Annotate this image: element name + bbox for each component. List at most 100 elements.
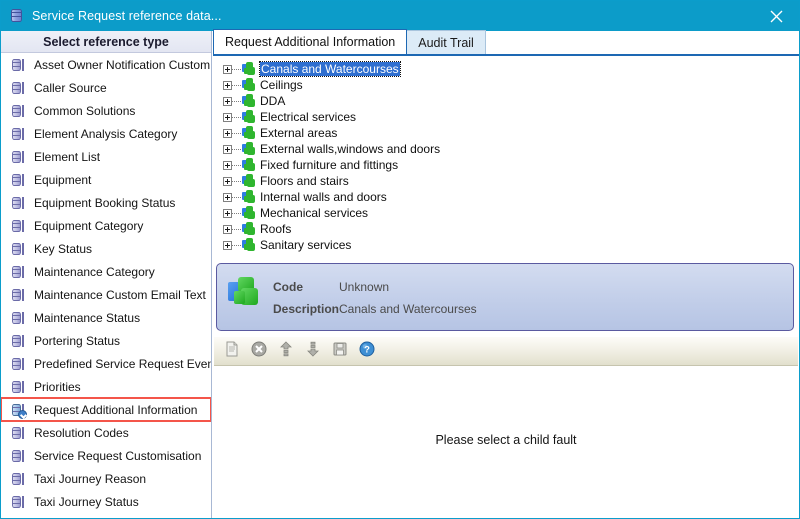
sidebar-item-equipment[interactable]: Equipment	[1, 168, 211, 191]
delete-record-button	[247, 339, 271, 363]
tree-node[interactable]: Floors and stairs	[214, 173, 798, 189]
description-label: Description	[273, 302, 340, 316]
code-label: Code	[273, 280, 303, 294]
expand-plus-icon[interactable]	[223, 112, 232, 122]
sidebar-header: Select reference type	[1, 31, 211, 53]
tree-node[interactable]: Canals and Watercourses	[214, 61, 798, 77]
sidebar-item-key-status[interactable]: Key Status	[1, 237, 211, 260]
reference-type-sidebar: Select reference type Asset Owner Notifi…	[1, 31, 212, 518]
empty-state-message: Please select a child fault	[435, 433, 577, 447]
tab-audit-trail[interactable]: Audit Trail	[406, 30, 486, 54]
sidebar-item-label: Equipment Booking Status	[34, 195, 176, 210]
sidebar-item-common-solutions[interactable]: Common Solutions	[1, 99, 211, 122]
sidebar-item-portering-status[interactable]: Portering Status	[1, 329, 211, 352]
sidebar-item-label: Predefined Service Request Events	[34, 356, 212, 371]
reference-type-list[interactable]: Asset Owner Notification Custom... Caller…	[1, 53, 211, 513]
description-value: Canals and Watercourses	[339, 302, 477, 316]
expand-plus-icon[interactable]	[223, 144, 232, 154]
sidebar-item-label: Request Additional Information	[34, 402, 198, 417]
sidebar-item-resolution-codes[interactable]: Resolution Codes	[1, 421, 211, 444]
expand-plus-icon[interactable]	[223, 96, 232, 106]
tree-connector	[232, 228, 241, 230]
tree-node-label: Internal walls and doors	[260, 190, 387, 204]
move-down-button	[301, 339, 325, 363]
sidebar-item-element-list[interactable]: Element List	[1, 145, 211, 168]
sidebar-item-maintenance-status[interactable]: Maintenance Status	[1, 306, 211, 329]
expand-plus-icon[interactable]	[223, 192, 232, 202]
sidebar-item-service-request-customisation[interactable]: Service Request Customisation	[1, 444, 211, 467]
sidebar-item-taxi-journey-reason[interactable]: Taxi Journey Reason	[1, 467, 211, 490]
expand-plus-icon[interactable]	[223, 208, 232, 218]
sidebar-item-label: Caller Source	[34, 80, 107, 95]
tree-connector	[232, 244, 241, 246]
tab-label: Request Additional Information	[225, 35, 396, 49]
expand-plus-icon[interactable]	[223, 176, 232, 186]
tree-node[interactable]: Internal walls and doors	[214, 189, 798, 205]
tree-node-label: Electrical services	[260, 110, 357, 124]
delete-circle-icon	[251, 341, 267, 362]
sidebar-item-element-analysis-category[interactable]: Element Analysis Category	[1, 122, 211, 145]
sidebar-item-label: Maintenance Custom Email Text	[34, 287, 206, 302]
tree-node[interactable]: Roofs	[214, 221, 798, 237]
sidebar-item-priorities[interactable]: Priorities	[1, 375, 211, 398]
sidebar-item-label: Equipment	[34, 172, 92, 187]
tree-node-label: Fixed furniture and fittings	[260, 158, 399, 172]
sidebar-item-label: Equipment Category	[34, 218, 144, 233]
sidebar-item-label: Service Request Customisation	[34, 448, 202, 463]
record-toolbar: ?	[214, 337, 798, 366]
database-icon	[10, 379, 26, 395]
sidebar-item-equipment-booking-status[interactable]: Equipment Booking Status	[1, 191, 211, 214]
sidebar-item-maintenance-custom-email-text[interactable]: Maintenance Custom Email Text	[1, 283, 211, 306]
tree-node[interactable]: Mechanical services	[214, 205, 798, 221]
close-icon[interactable]	[753, 1, 799, 31]
expand-plus-icon[interactable]	[223, 80, 232, 90]
new-record-button	[220, 339, 244, 363]
help-button[interactable]: ?	[355, 339, 379, 363]
sidebar-item-maintenance-category[interactable]: Maintenance Category	[1, 260, 211, 283]
sidebar-item-label: Common Solutions	[34, 103, 136, 118]
database-refresh-icon	[10, 402, 27, 419]
move-up-button	[274, 339, 298, 363]
arrow-up-icon	[278, 340, 294, 362]
sidebar-item-label: Maintenance Status	[34, 310, 141, 325]
expand-plus-icon[interactable]	[223, 160, 232, 170]
save-button	[328, 339, 352, 363]
puzzle-icon	[241, 206, 257, 220]
tree-node[interactable]: Ceilings	[214, 77, 798, 93]
sidebar-item-equipment-category[interactable]: Equipment Category	[1, 214, 211, 237]
expand-plus-icon[interactable]	[223, 64, 232, 74]
expand-plus-icon[interactable]	[223, 240, 232, 250]
tree-connector	[232, 196, 241, 198]
sidebar-item-asset-owner-notification-custom[interactable]: Asset Owner Notification Custom...	[1, 53, 211, 76]
database-icon	[10, 103, 26, 119]
help-question-icon: ?	[359, 341, 375, 362]
sidebar-item-request-additional-information[interactable]: Request Additional Information	[1, 397, 211, 422]
database-icon	[10, 80, 26, 96]
sidebar-item-label: Asset Owner Notification Custom...	[34, 57, 212, 72]
window-title: Service Request reference data...	[32, 9, 222, 23]
database-icon	[10, 425, 26, 441]
database-icon	[10, 241, 26, 257]
database-icon	[10, 172, 26, 188]
puzzle-icon	[241, 110, 257, 124]
database-icon	[9, 8, 25, 24]
fault-tree[interactable]: Canals and Watercourses Ceilings DDA Electr…	[214, 58, 798, 280]
expand-plus-icon[interactable]	[223, 224, 232, 234]
database-icon	[10, 356, 26, 372]
tree-node[interactable]: DDA	[214, 93, 798, 109]
sidebar-item-taxi-journey-status[interactable]: Taxi Journey Status	[1, 490, 211, 513]
document-icon	[224, 341, 240, 362]
tree-node[interactable]: External walls,windows and doors	[214, 141, 798, 157]
sidebar-item-label: Key Status	[34, 241, 93, 256]
tree-node[interactable]: Sanitary services	[214, 237, 798, 253]
sidebar-item-caller-source[interactable]: Caller Source	[1, 76, 211, 99]
tab-request-additional-information[interactable]: Request Additional Information	[213, 29, 408, 54]
title-bar: Service Request reference data...	[1, 1, 799, 31]
code-value: Unknown	[339, 280, 390, 294]
tree-node[interactable]: External areas	[214, 125, 798, 141]
tree-node[interactable]: Fixed furniture and fittings	[214, 157, 798, 173]
sidebar-item-predefined-service-request-events[interactable]: Predefined Service Request Events	[1, 352, 211, 375]
tree-node[interactable]: Electrical services	[214, 109, 798, 125]
expand-plus-icon[interactable]	[223, 128, 232, 138]
tree-connector	[232, 132, 241, 134]
